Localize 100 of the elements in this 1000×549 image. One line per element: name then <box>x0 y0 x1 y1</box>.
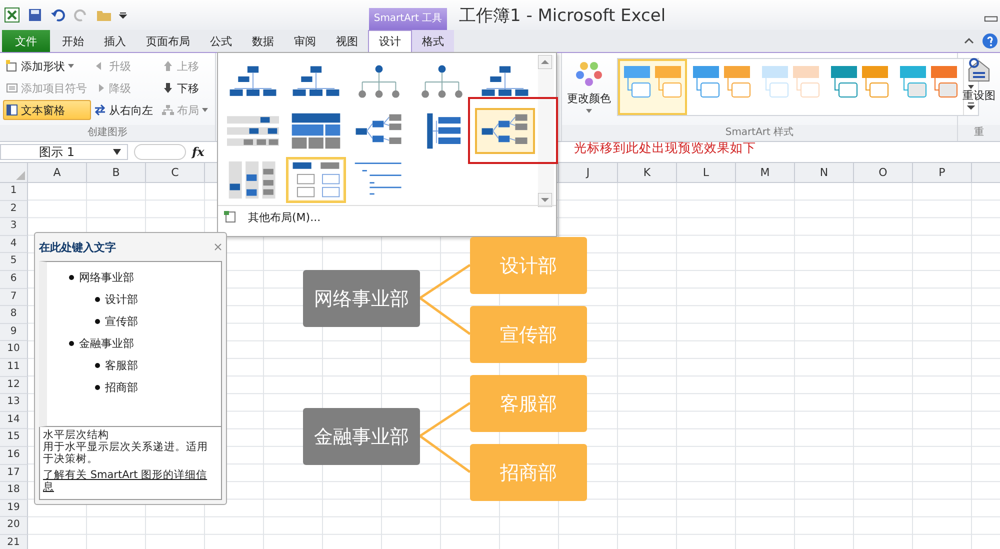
style-preview-icon <box>723 65 751 99</box>
style-preview-icon <box>623 65 651 99</box>
list-item[interactable]: 宣传部 <box>105 314 138 328</box>
diagram-node[interactable]: 网络事业部 <box>303 270 420 327</box>
row-number[interactable]: 19 <box>0 500 28 518</box>
style-preview-icon <box>861 65 889 99</box>
row-number[interactable]: 1 <box>0 183 28 201</box>
insert-function-button[interactable]: fx <box>192 145 204 159</box>
column-header[interactable]: C <box>146 163 205 182</box>
contextual-tab-header: SmartArt 工具 <box>369 8 447 30</box>
layout-option[interactable] <box>475 108 535 154</box>
column-header[interactable]: P <box>913 163 972 182</box>
ribbon-tab[interactable]: 格式 <box>412 30 454 52</box>
row-number[interactable]: 16 <box>0 446 28 464</box>
ribbon-tab[interactable]: 插入 <box>94 30 136 52</box>
style-preview-icon <box>692 65 720 99</box>
help-link[interactable]: 了解有关 SmartArt 图形的详细信息 <box>43 469 218 493</box>
ribbon-tab[interactable]: 审阅 <box>284 30 326 52</box>
row-number[interactable]: 17 <box>0 464 28 482</box>
row-number[interactable]: 6 <box>0 270 28 289</box>
row-number[interactable]: 12 <box>0 376 28 394</box>
list-item[interactable]: 网络事业部 <box>79 270 134 284</box>
row-number[interactable]: 4 <box>0 236 28 254</box>
list-item[interactable]: 招商部 <box>105 380 138 394</box>
hierarchy-list-icon <box>290 161 342 199</box>
style-preview-icon <box>830 65 858 99</box>
excel-logo-icon[interactable] <box>4 7 20 23</box>
shape-icon <box>6 60 18 72</box>
swap-arrows-icon <box>94 104 106 116</box>
formula-divider-handle[interactable] <box>134 144 186 160</box>
bullet-icon <box>95 362 100 368</box>
row-number[interactable]: 5 <box>0 253 28 271</box>
document-icon <box>224 211 236 223</box>
row-number[interactable]: 21 <box>0 534 28 549</box>
minimize-icon[interactable] <box>984 14 998 23</box>
connector-line <box>419 434 471 474</box>
hierarchy-icon <box>162 104 174 116</box>
up-arrow-icon <box>162 60 174 72</box>
style-preview-icon <box>654 65 682 99</box>
customize-caret-icon[interactable] <box>119 11 127 19</box>
column-header[interactable]: L <box>677 163 736 182</box>
group-title: 创建图形 <box>0 125 215 141</box>
style-preview-icon <box>899 65 927 99</box>
diagram-node[interactable]: 金融事业部 <box>303 408 420 465</box>
column-header[interactable]: M <box>736 163 795 182</box>
ribbon-tab[interactable]: 页面布局 <box>136 30 200 52</box>
column-header[interactable]: J <box>559 163 618 182</box>
ribbon-tab[interactable]: 视图 <box>326 30 368 52</box>
change-colors-button[interactable]: 更改颜色 <box>565 56 613 117</box>
row-number[interactable]: 8 <box>0 306 28 324</box>
dropdown-arrow-icon <box>113 148 121 156</box>
color-dots-icon <box>575 60 603 88</box>
bullet-icon <box>69 340 74 346</box>
ribbon-tab[interactable]: 公式 <box>200 30 242 52</box>
row-number[interactable]: 11 <box>0 358 28 377</box>
row-number[interactable]: 7 <box>0 288 28 306</box>
row-number[interactable]: 13 <box>0 394 28 412</box>
row-number[interactable]: 10 <box>0 341 28 359</box>
ribbon-tab[interactable]: 数据 <box>242 30 284 52</box>
list-item[interactable]: 客服部 <box>105 358 138 372</box>
column-header[interactable]: K <box>618 163 677 182</box>
save-icon[interactable] <box>27 7 43 23</box>
column-header[interactable]: A <box>28 163 87 182</box>
name-box[interactable]: 图示 1 <box>0 144 128 160</box>
undo-icon[interactable] <box>50 7 66 23</box>
ribbon-tab[interactable]: 开始 <box>52 30 94 52</box>
ribbon-button[interactable]: 文本窗格 <box>3 100 91 120</box>
expand-gallery-icon[interactable] <box>967 102 975 110</box>
list-item[interactable]: 金融事业部 <box>79 336 134 350</box>
row-number[interactable]: 9 <box>0 324 28 342</box>
column-header[interactable]: B <box>87 163 146 182</box>
column-header[interactable]: O <box>854 163 913 182</box>
annotation-text: 光标移到此处出现预览效果如下 <box>574 140 757 155</box>
caret-icon <box>586 109 592 113</box>
more-layouts-item[interactable]: 其他布局(M)... <box>218 205 556 228</box>
scroll-up-icon[interactable] <box>538 55 552 69</box>
ribbon-dropdown-button[interactable]: 添加形状 <box>3 56 91 76</box>
row-number[interactable]: 15 <box>0 429 28 447</box>
ribbon-tab[interactable]: 文件 <box>2 30 50 52</box>
bullet-icon <box>69 274 74 280</box>
close-icon[interactable] <box>214 243 222 251</box>
scroll-down-icon[interactable] <box>967 82 975 91</box>
row-number[interactable]: 20 <box>0 517 28 535</box>
help-icon[interactable] <box>982 33 998 49</box>
style-preview-icon <box>761 65 789 99</box>
row-number[interactable]: 2 <box>0 200 28 218</box>
row-number[interactable]: 3 <box>0 218 28 236</box>
pane-title: 在此处键入文字 <box>39 240 116 254</box>
collapse-ribbon-icon[interactable] <box>964 36 974 46</box>
row-number[interactable]: 14 <box>0 412 28 430</box>
style-preview-icon <box>792 65 820 99</box>
reset-graphic-button[interactable]: 重设图 <box>958 53 1000 125</box>
ribbon-tab[interactable]: 设计 <box>368 30 412 52</box>
ribbon-button[interactable]: 从右向左 <box>91 100 159 120</box>
column-header[interactable]: N <box>795 163 854 182</box>
list-item[interactable]: 设计部 <box>105 292 138 306</box>
row-number[interactable]: 18 <box>0 482 28 500</box>
ribbon-button[interactable]: 下移 <box>159 78 211 98</box>
style-option[interactable] <box>618 59 687 115</box>
layout-option[interactable] <box>286 157 346 203</box>
